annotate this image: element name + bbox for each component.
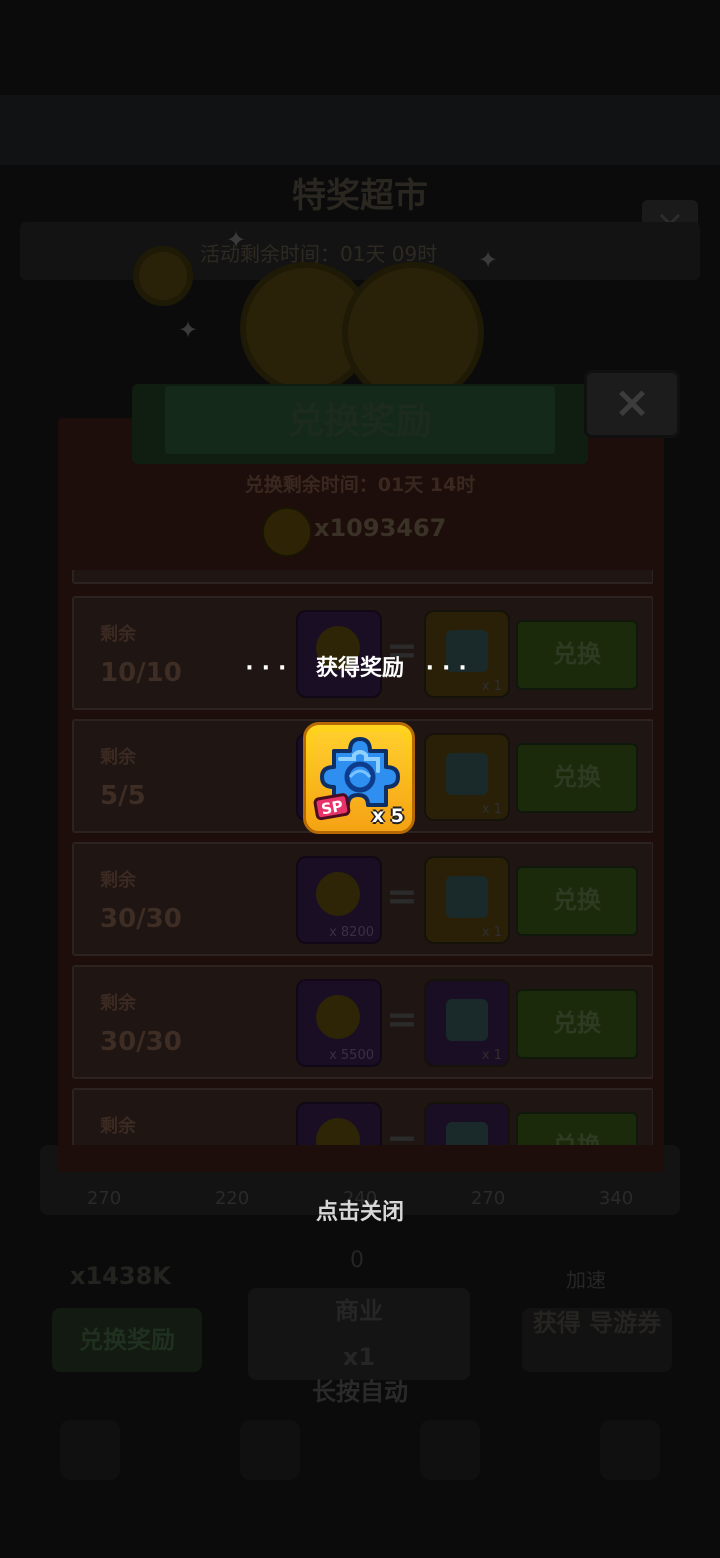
coin-icon <box>316 872 360 916</box>
remaining-count: 30/30 <box>100 1027 182 1057</box>
cost-amount: x 5500 <box>329 1048 374 1063</box>
coin-icon <box>316 995 360 1039</box>
progress-tick: 220 <box>214 1188 250 1209</box>
chest-icon <box>446 876 488 918</box>
panel-title: 兑换奖励 <box>287 401 432 442</box>
reward-slot: x 1 <box>424 856 510 944</box>
cost-slot: x 5500 <box>296 979 382 1067</box>
top-bar <box>0 95 720 165</box>
equals-icon: = <box>386 874 418 918</box>
reward-slot: x 1 <box>424 733 510 821</box>
reward-item-card[interactable]: SP x 5 <box>303 722 415 834</box>
speed-toggle-label: 加速 <box>566 1268 606 1292</box>
reward-qty: x 1 <box>481 1048 502 1063</box>
nav-icon <box>240 1420 300 1480</box>
key-icon <box>446 999 488 1041</box>
coin-decoration-icon <box>133 246 193 306</box>
reward-popup-title: ··· 获得奖励 ··· <box>200 650 520 682</box>
coin-balance: x1093467 <box>314 514 447 542</box>
cost-slot: x 8200 <box>296 856 382 944</box>
exchange-rewards-button: 兑换奖励 <box>52 1308 202 1372</box>
coin-icon <box>262 507 312 557</box>
exchange-button[interactable]: 兑换 <box>516 989 638 1059</box>
nav-icon <box>600 1420 660 1480</box>
shop-title: 特奖超市 <box>292 176 428 216</box>
coin-icon <box>316 1118 360 1145</box>
reward-qty: x 1 <box>481 802 502 817</box>
coin-decoration-icon <box>342 262 484 404</box>
cost-amount: x 8200 <box>329 925 374 940</box>
bottom-nav <box>0 1400 720 1500</box>
reward-qty: x 1 <box>481 925 502 940</box>
exchange-row: 剩余 30/30 x 8200 = x 1 兑换 <box>72 842 653 956</box>
key-icon <box>446 1122 488 1145</box>
center-button-title: 商业 <box>335 1297 383 1325</box>
remaining-count: 5/5 <box>100 781 146 811</box>
exchange-row: 剩余 30/30 x 5500 = x 1 兑换 <box>72 965 653 1079</box>
close-icon[interactable]: × <box>584 370 680 438</box>
remaining-label: 剩余 <box>100 747 136 768</box>
coin-count: x1438K <box>70 1262 171 1290</box>
exchange-row: 剩余 = 兑换 <box>72 1088 653 1145</box>
sparkle-icon: ✦ <box>178 316 199 344</box>
remaining-label: 剩余 <box>100 624 136 645</box>
equals-icon: = <box>386 1120 418 1145</box>
sparkle-icon: ✦ <box>478 246 499 274</box>
exchange-button[interactable]: 兑换 <box>516 620 638 690</box>
progress-tick: 270 <box>86 1188 122 1209</box>
exchange-button[interactable]: 兑换 <box>516 1112 638 1145</box>
sparkle-icon: ✦ <box>226 226 247 254</box>
reward-slot <box>424 1102 510 1145</box>
nav-icon <box>60 1420 120 1480</box>
cost-slot <box>296 1102 382 1145</box>
list-item-partial <box>72 570 653 584</box>
remaining-label: 剩余 <box>100 993 136 1014</box>
title-dots-left: ··· <box>245 656 295 681</box>
tap-to-close-hint[interactable]: 点击关闭 <box>260 1194 460 1226</box>
sp-puzzle-icon <box>446 753 488 795</box>
remaining-count: 10/10 <box>100 658 182 688</box>
exchange-button[interactable]: 兑换 <box>516 866 638 936</box>
title-dots-right: ··· <box>425 656 475 681</box>
reward-title-text: 获得奖励 <box>315 656 404 681</box>
exchange-button[interactable]: 兑换 <box>516 743 638 813</box>
get-ticket-button: 获得 导游券 <box>522 1308 672 1372</box>
equals-icon: = <box>386 997 418 1041</box>
remaining-count: 30/30 <box>100 904 182 934</box>
reward-item-qty: x 5 <box>371 805 404 827</box>
center-action-button: 商业 x1 <box>248 1288 470 1380</box>
progress-tick: 340 <box>598 1188 634 1209</box>
counter: 0 <box>350 1248 364 1273</box>
progress-tick: 270 <box>470 1188 506 1209</box>
exchange-remaining-time: 兑换剩余时间：01天 14时 <box>244 474 476 496</box>
remaining-label: 剩余 <box>100 870 136 891</box>
nav-icon <box>420 1420 480 1480</box>
reward-slot: x 1 <box>424 979 510 1067</box>
remaining-label: 剩余 <box>100 1116 136 1137</box>
sp-badge: SP <box>320 797 345 819</box>
